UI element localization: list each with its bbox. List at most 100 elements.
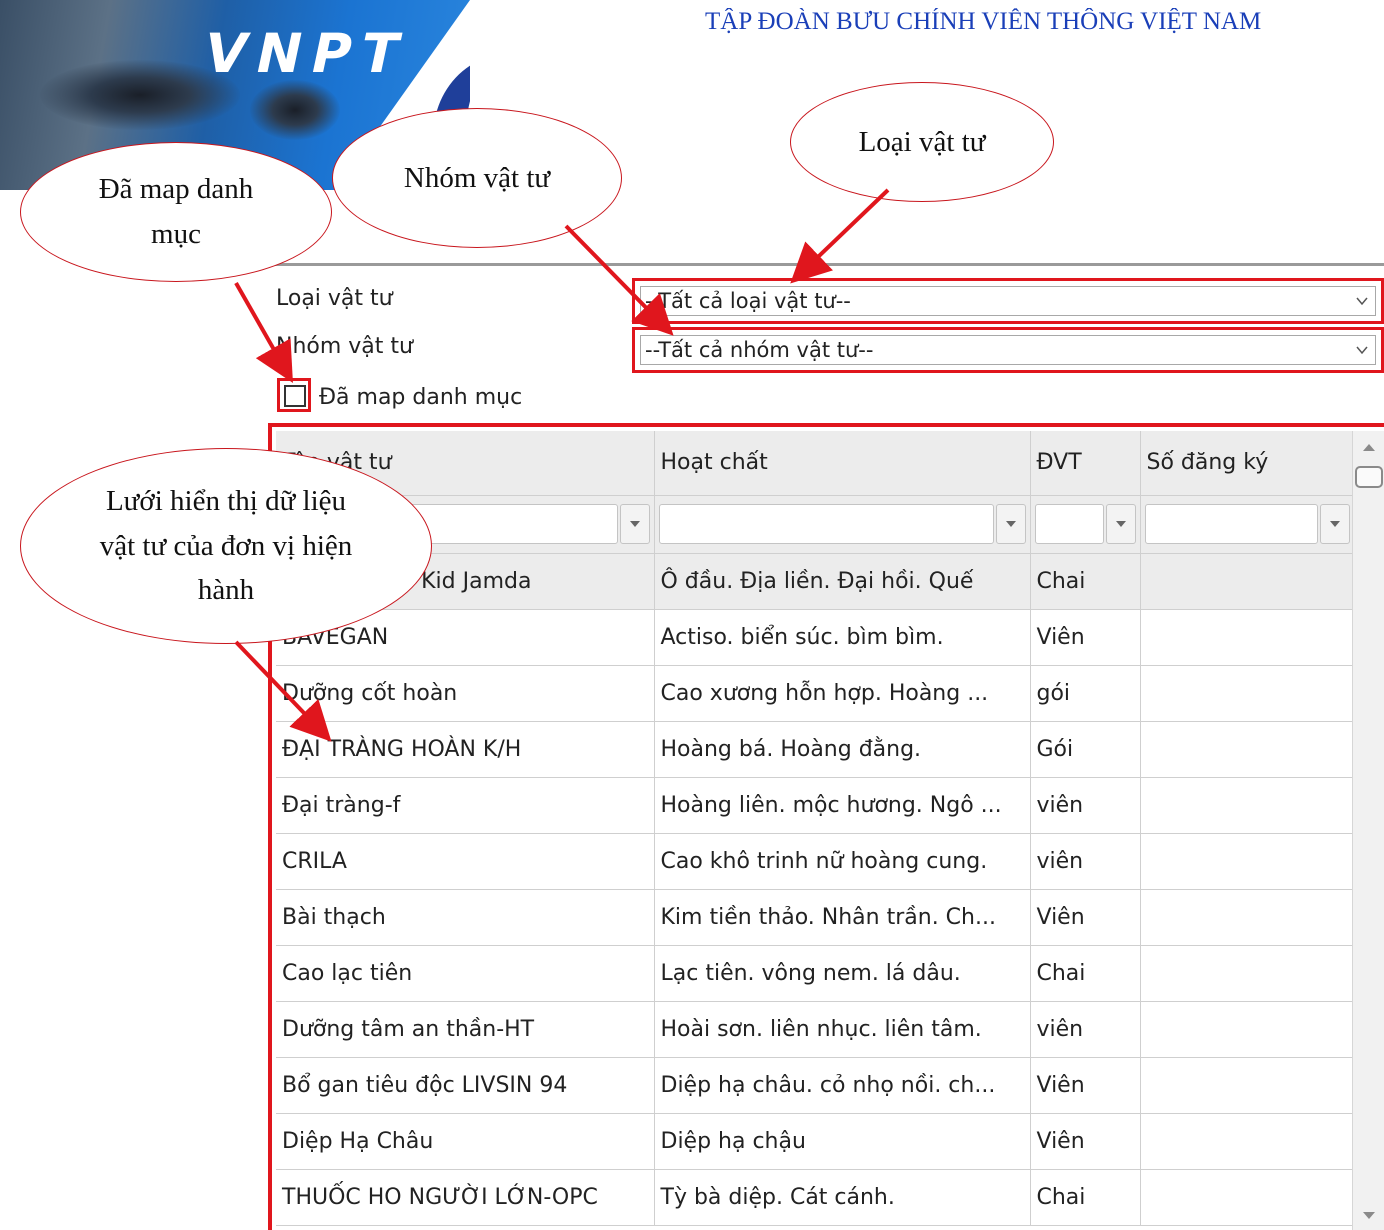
nhom-vat-tu-highlight: --Tất cả nhóm vật tư-- — [632, 327, 1384, 373]
cell-hoat-chat: Ô đầu. Địa liền. Đại hồi. Quế — [654, 553, 1031, 610]
cell-dvt: viên — [1030, 833, 1141, 890]
table-row[interactable]: Siro Bổ phổi Kid JamdaÔ đầu. Địa liền. Đ… — [276, 553, 1355, 610]
cell-dvt: Chai — [1030, 553, 1141, 610]
loai-vat-tu-select[interactable]: --Tất cả loại vật tư-- — [640, 286, 1376, 316]
cell-ten-vat-tu: THUỐC HO NGƯỜI LỚN-OPC — [276, 1169, 655, 1226]
cell-so-dang-ky — [1140, 721, 1355, 778]
cell-hoat-chat: Hoài sơn. liên nhục. liên tâm. — [654, 1001, 1031, 1058]
nhom-vat-tu-select[interactable]: --Tất cả nhóm vật tư-- — [640, 335, 1376, 365]
cell-ten-vat-tu: Dưỡng tâm an thần-HT — [276, 1001, 655, 1058]
cell-so-dang-ky — [1140, 1113, 1355, 1170]
cell-dvt: Viên — [1030, 889, 1141, 946]
cell-so-dang-ky — [1140, 833, 1355, 890]
cell-ten-vat-tu: ĐẠI TRÀNG HOÀN K/H — [276, 721, 655, 778]
table-row[interactable]: Bài thạch Kim tiền thảo. Nhân trần. Ch...… — [276, 889, 1355, 946]
table-row[interactable]: BAVEGAN Actiso. biển súc. bìm bìm. Viên — [276, 609, 1355, 666]
cell-so-dang-ky — [1140, 665, 1355, 722]
filter-dropdown-button[interactable] — [1105, 504, 1136, 544]
scroll-up-icon[interactable] — [1361, 441, 1377, 453]
cell-ten-vat-tu: Cao lạc tiên — [276, 945, 655, 1002]
grid-header-row: Tên vật tư Hoạt chất ĐVT Số đăng ký — [276, 431, 1355, 496]
cell-dvt: Viên — [1030, 1057, 1141, 1114]
callout-da-map: Đã map danh mục — [20, 142, 332, 282]
filter-input-hoat-chat[interactable] — [658, 504, 994, 544]
grid-scrollbar[interactable] — [1352, 431, 1384, 1230]
banner-eye-right — [250, 80, 340, 140]
column-header-so-dang-ky[interactable]: Số đăng ký — [1140, 431, 1355, 496]
scroll-down-icon[interactable] — [1361, 1210, 1377, 1222]
vnpt-logo-text: VNPT — [198, 22, 416, 85]
cell-so-dang-ky — [1140, 1169, 1355, 1226]
da-map-highlight — [277, 378, 311, 412]
table-row[interactable]: CRILA Cao khô trinh nữ hoàng cung. viên — [276, 833, 1355, 890]
cell-hoat-chat: Diệp hạ chậu — [654, 1113, 1031, 1170]
grid-body: Siro Bổ phổi Kid JamdaÔ đầu. Địa liền. Đ… — [276, 553, 1355, 1226]
caret-down-icon — [629, 521, 640, 527]
caret-down-icon — [1329, 521, 1340, 527]
cell-hoat-chat: Lạc tiên. vông nem. lá dâu. — [654, 945, 1031, 1002]
cell-ten-vat-tu: Bổ gan tiêu độc LIVSIN 94 — [276, 1057, 655, 1114]
da-map-checkbox[interactable] — [284, 385, 306, 407]
loai-vat-tu-label: Loại vật tư — [276, 286, 393, 311]
cell-so-dang-ky — [1140, 553, 1355, 610]
chevron-down-icon — [1356, 346, 1368, 355]
cell-hoat-chat: Hoàng bá. Hoàng đằng. — [654, 721, 1031, 778]
cell-dvt: Viên — [1030, 609, 1141, 666]
chevron-down-icon — [1356, 297, 1368, 306]
filter-dropdown-button[interactable] — [995, 504, 1026, 544]
cell-so-dang-ky — [1140, 945, 1355, 1002]
table-row[interactable]: Cao lạc tiên Lạc tiên. vông nem. lá dâu. C… — [276, 945, 1355, 1002]
cell-hoat-chat: Hoàng liên. mộc hương. Ngô ... — [654, 777, 1031, 834]
table-row[interactable]: Đại tràng-f Hoàng liên. mộc hương. Ngô ..… — [276, 777, 1355, 834]
cell-ten-vat-tu: Đại tràng-f — [276, 777, 655, 834]
cell-dvt: Viên — [1030, 1113, 1141, 1170]
table-row[interactable]: Dưỡng cốt hoàn Cao xương hỗn hợp. Hoàng .… — [276, 665, 1355, 722]
grid-filter-row — [276, 495, 1355, 554]
callout-luoi: Lưới hiển thị dữ liệu vật tư của đơn vị … — [20, 448, 432, 644]
table-row[interactable]: ĐẠI TRÀNG HOÀN K/H Hoàng bá. Hoàng đằng. G… — [276, 721, 1355, 778]
da-map-label: Đã map danh mục — [319, 385, 523, 410]
filter-cell — [1140, 495, 1355, 554]
column-header-hoat-chat[interactable]: Hoạt chất — [654, 431, 1031, 496]
cell-dvt: gói — [1030, 665, 1141, 722]
cell-so-dang-ky — [1140, 1001, 1355, 1058]
cell-dvt: Chai — [1030, 945, 1141, 1002]
cell-so-dang-ky — [1140, 889, 1355, 946]
cell-dvt: Chai — [1030, 1169, 1141, 1226]
cell-hoat-chat: Cao khô trinh nữ hoàng cung. — [654, 833, 1031, 890]
cell-so-dang-ky — [1140, 777, 1355, 834]
filter-dropdown-button[interactable] — [1319, 504, 1350, 544]
cell-ten-vat-tu: Diệp Hạ Châu — [276, 1113, 655, 1170]
filter-dropdown-button[interactable] — [619, 504, 650, 544]
cell-so-dang-ky — [1140, 609, 1355, 666]
cell-so-dang-ky — [1140, 1057, 1355, 1114]
material-grid: Tên vật tư Hoạt chất ĐVT Số đăng ký Siro… — [268, 423, 1384, 1230]
cell-ten-vat-tu: Dưỡng cốt hoàn — [276, 665, 655, 722]
loai-vat-tu-highlight: --Tất cả loại vật tư-- — [632, 278, 1384, 324]
filter-cell — [1030, 495, 1141, 554]
nhom-vat-tu-label: Nhóm vật tư — [276, 334, 413, 359]
filter-input-dvt[interactable] — [1034, 504, 1104, 544]
callout-loai-vat-tu: Loại vật tư — [790, 82, 1054, 202]
table-row[interactable]: Diệp Hạ Châu Diệp hạ chậu Viên — [276, 1113, 1355, 1170]
table-row[interactable]: THUỐC HO NGƯỜI LỚN-OPC Tỳ bà diệp. Cát cá… — [276, 1169, 1355, 1226]
cell-dvt: Gói — [1030, 721, 1141, 778]
table-row[interactable]: Bổ gan tiêu độc LIVSIN 94 Diệp hạ châu. c… — [276, 1057, 1355, 1114]
cell-hoat-chat: Kim tiền thảo. Nhân trần. Ch... — [654, 889, 1031, 946]
filter-input-so-dang-ky[interactable] — [1144, 504, 1318, 544]
scroll-thumb[interactable] — [1355, 466, 1383, 488]
loai-vat-tu-value: --Tất cả loại vật tư-- — [645, 289, 851, 313]
cell-hoat-chat: Cao xương hỗn hợp. Hoàng ... — [654, 665, 1031, 722]
cell-hoat-chat: Tỳ bà diệp. Cát cánh. — [654, 1169, 1031, 1226]
form-divider — [268, 263, 1384, 266]
cell-hoat-chat: Diệp hạ châu. cỏ nhọ nồi. ch... — [654, 1057, 1031, 1114]
column-header-dvt[interactable]: ĐVT — [1030, 431, 1141, 496]
table-row[interactable]: Dưỡng tâm an thần-HT Hoài sơn. liên nhục.… — [276, 1001, 1355, 1058]
org-title: TẬP ĐOÀN BƯU CHÍNH VIỄN THÔNG VIỆT NAM — [705, 8, 1262, 35]
material-table: Tên vật tư Hoạt chất ĐVT Số đăng ký Siro… — [276, 431, 1355, 1226]
cell-hoat-chat: Actiso. biển súc. bìm bìm. — [654, 609, 1031, 666]
callout-nhom-vat-tu: Nhóm vật tư — [332, 108, 622, 248]
nhom-vat-tu-value: --Tất cả nhóm vật tư-- — [645, 338, 874, 362]
caret-down-icon — [1115, 521, 1126, 527]
cell-dvt: viên — [1030, 1001, 1141, 1058]
